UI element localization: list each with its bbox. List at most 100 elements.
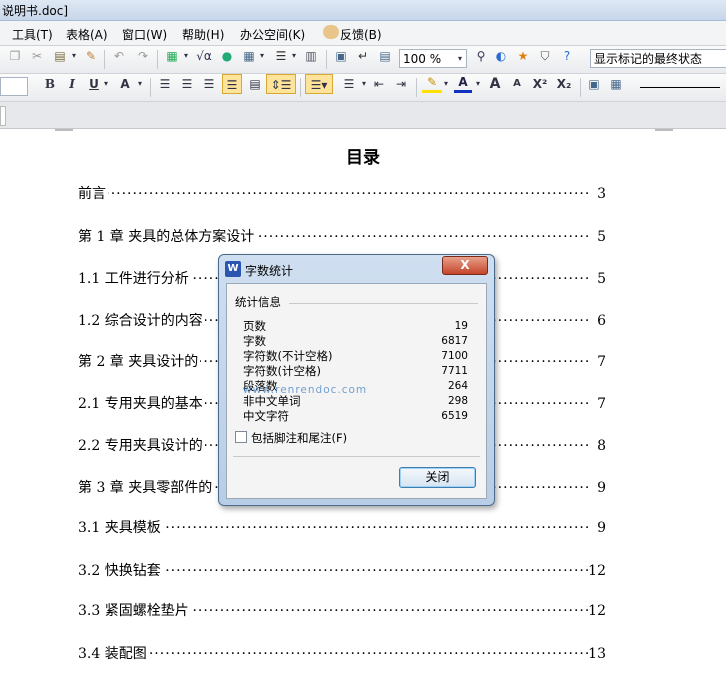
refresh-icon[interactable]: ◐ (492, 46, 510, 66)
line-spacing-icon[interactable]: ⇕☰ (266, 74, 296, 94)
menu-office-space[interactable]: 办公空间(K) (240, 26, 305, 43)
char-dropdown-icon[interactable]: ▾ (136, 74, 144, 94)
menu-feedback[interactable]: 反馈(B) (340, 26, 382, 43)
zoom-dropdown-icon[interactable]: ▾ (455, 49, 465, 69)
font-size-box[interactable] (0, 77, 28, 96)
stat-row: 字符数(计空格) 7711 (243, 364, 468, 378)
format-painter-icon[interactable]: ✎ (82, 46, 100, 66)
toc-entry-title: 第 2 章 夹具设计的 (78, 352, 201, 372)
toc-entry-title: 3.1 夹具模板 (78, 518, 163, 538)
star-icon[interactable]: ★ (514, 46, 532, 66)
align-right-icon[interactable]: ☰ (200, 74, 218, 94)
redo-icon[interactable]: ↷ (134, 46, 152, 66)
table-dropdown-icon[interactable]: ▾ (182, 46, 190, 66)
shirt-icon[interactable]: ⛉ (536, 46, 554, 66)
find-icon[interactable]: ⚲ (472, 46, 490, 66)
include-footnotes-label: 包括脚注和尾注(F) (251, 431, 348, 445)
bold-button[interactable]: B (42, 74, 58, 94)
font-color-button[interactable]: A (454, 74, 472, 93)
cut-icon[interactable]: ✂ (28, 46, 46, 66)
underline-dropdown-icon[interactable]: ▾ (102, 74, 110, 94)
ruler (0, 102, 726, 129)
toc-entry-page: 3 (597, 186, 606, 202)
ruler-tab-selector[interactable] (0, 106, 6, 126)
columns-dropdown-icon[interactable]: ▾ (290, 46, 298, 66)
feedback-icon[interactable] (323, 25, 339, 39)
copy-icon[interactable]: ❐ (6, 46, 24, 66)
justify-icon[interactable]: ☰ (222, 74, 242, 94)
print-preview-icon[interactable]: ▣ (332, 46, 350, 66)
stat-value: 6519 (441, 410, 468, 422)
highlight-dropdown-icon[interactable]: ▾ (442, 74, 450, 94)
paste-icon[interactable]: ▤ (50, 46, 70, 66)
markup-state-select[interactable]: 显示标记的最终状态 (590, 49, 726, 68)
subscript-button[interactable]: X₂ (554, 74, 574, 94)
include-footnotes-option[interactable]: 包括脚注和尾注(F) (235, 430, 347, 446)
insert-table-icon[interactable]: ▦ (163, 46, 181, 66)
chart-icon[interactable]: ▥ (302, 46, 320, 66)
columns-icon[interactable]: ☰ (272, 46, 290, 66)
formatting-toolbar: B I U ▾ A ▾ ☰ ☰ ☰ ☰ ▤ ⇕☰ ☰▾ ☰ ▾ ⇤ ⇥ ✎ ▾ … (0, 74, 726, 102)
dialog-close-icon[interactable]: X (442, 256, 488, 275)
numbering-icon[interactable]: ☰▾ (305, 74, 333, 94)
paste-dropdown-icon[interactable]: ▾ (70, 46, 78, 66)
toc-entry-page: 6 (597, 313, 606, 329)
menu-tools[interactable]: 工具(T) (12, 26, 53, 43)
doc-map-icon[interactable]: ▤ (376, 46, 394, 66)
table-icon[interactable]: ▦ (240, 46, 258, 66)
distribute-icon[interactable]: ▤ (246, 74, 264, 94)
stat-value: 298 (447, 395, 468, 407)
toc-entry-page: 5 (597, 271, 606, 287)
table-style-icon[interactable]: ▦ (607, 74, 625, 94)
table2-dropdown-icon[interactable]: ▾ (258, 46, 266, 66)
menu-window[interactable]: 窗口(W) (122, 26, 167, 43)
bullets-icon[interactable]: ☰ (338, 74, 360, 94)
increase-indent-icon[interactable]: ⇥ (392, 74, 410, 94)
align-center-icon[interactable]: ☰ (178, 74, 196, 94)
stat-label: 页数 (243, 319, 266, 333)
globe-icon[interactable]: ● (218, 46, 236, 66)
formula-icon[interactable]: √α (194, 46, 214, 66)
toc-entry[interactable]: ········································… (78, 561, 606, 581)
toc-entry[interactable]: ········································… (78, 184, 606, 204)
toc-entry-title: 前言 (78, 184, 108, 204)
stat-row: 非中文单词 298 (243, 394, 468, 408)
menu-help[interactable]: 帮助(H) (182, 26, 224, 43)
toc-heading: 目录 (346, 148, 380, 168)
highlight-icon[interactable]: ✎ (422, 74, 442, 93)
toc-entry-page: 13 (588, 646, 606, 662)
line-style-preview[interactable] (640, 87, 720, 88)
stat-row: 页数 19 (243, 319, 468, 333)
show-marks-icon[interactable]: ↵ (354, 46, 372, 66)
align-left-icon[interactable]: ☰ (156, 74, 174, 94)
stat-value: 6817 (441, 335, 468, 347)
char-shading-button[interactable]: A (116, 74, 134, 94)
toc-entry[interactable]: ········································… (78, 644, 606, 664)
toc-entry-page: 7 (597, 354, 606, 370)
decrease-indent-icon[interactable]: ⇤ (370, 74, 388, 94)
menu-table[interactable]: 表格(A) (66, 26, 108, 43)
toc-entry-title: 1.2 综合设计的内容 (78, 311, 205, 331)
toc-entry[interactable]: ········································… (78, 601, 606, 621)
stat-label: 非中文单词 (243, 394, 301, 408)
shrink-font-button[interactable]: A (508, 74, 526, 94)
text-box-icon[interactable]: ▣ (585, 74, 603, 94)
toc-entry[interactable]: ········································… (78, 518, 606, 538)
bullets-dropdown-icon[interactable]: ▾ (360, 74, 368, 94)
stat-row: 中文字符 6519 (243, 409, 468, 423)
standard-toolbar: ❐ ✂ ▤ ▾ ✎ ↶ ↷ ▦ ▾ √α ● ▦ ▾ ☰ ▾ ▥ ▣ ↵ ▤ 1… (0, 46, 726, 74)
help-icon[interactable]: ? (558, 46, 576, 66)
toc-entry-page: 9 (597, 480, 606, 496)
close-button[interactable]: 关闭 (399, 467, 476, 488)
underline-button[interactable]: U (86, 74, 102, 94)
stat-label: 字数 (243, 334, 266, 348)
grow-font-button[interactable]: A (486, 74, 504, 94)
italic-button[interactable]: I (64, 74, 80, 94)
stat-value: 7711 (441, 365, 468, 377)
include-footnotes-checkbox[interactable] (235, 431, 247, 443)
toc-entry[interactable]: ········································… (78, 227, 606, 247)
watermark-url: www.renrendoc.com (243, 384, 368, 396)
superscript-button[interactable]: X² (530, 74, 550, 94)
font-color-dropdown-icon[interactable]: ▾ (474, 74, 482, 94)
undo-icon[interactable]: ↶ (110, 46, 128, 66)
